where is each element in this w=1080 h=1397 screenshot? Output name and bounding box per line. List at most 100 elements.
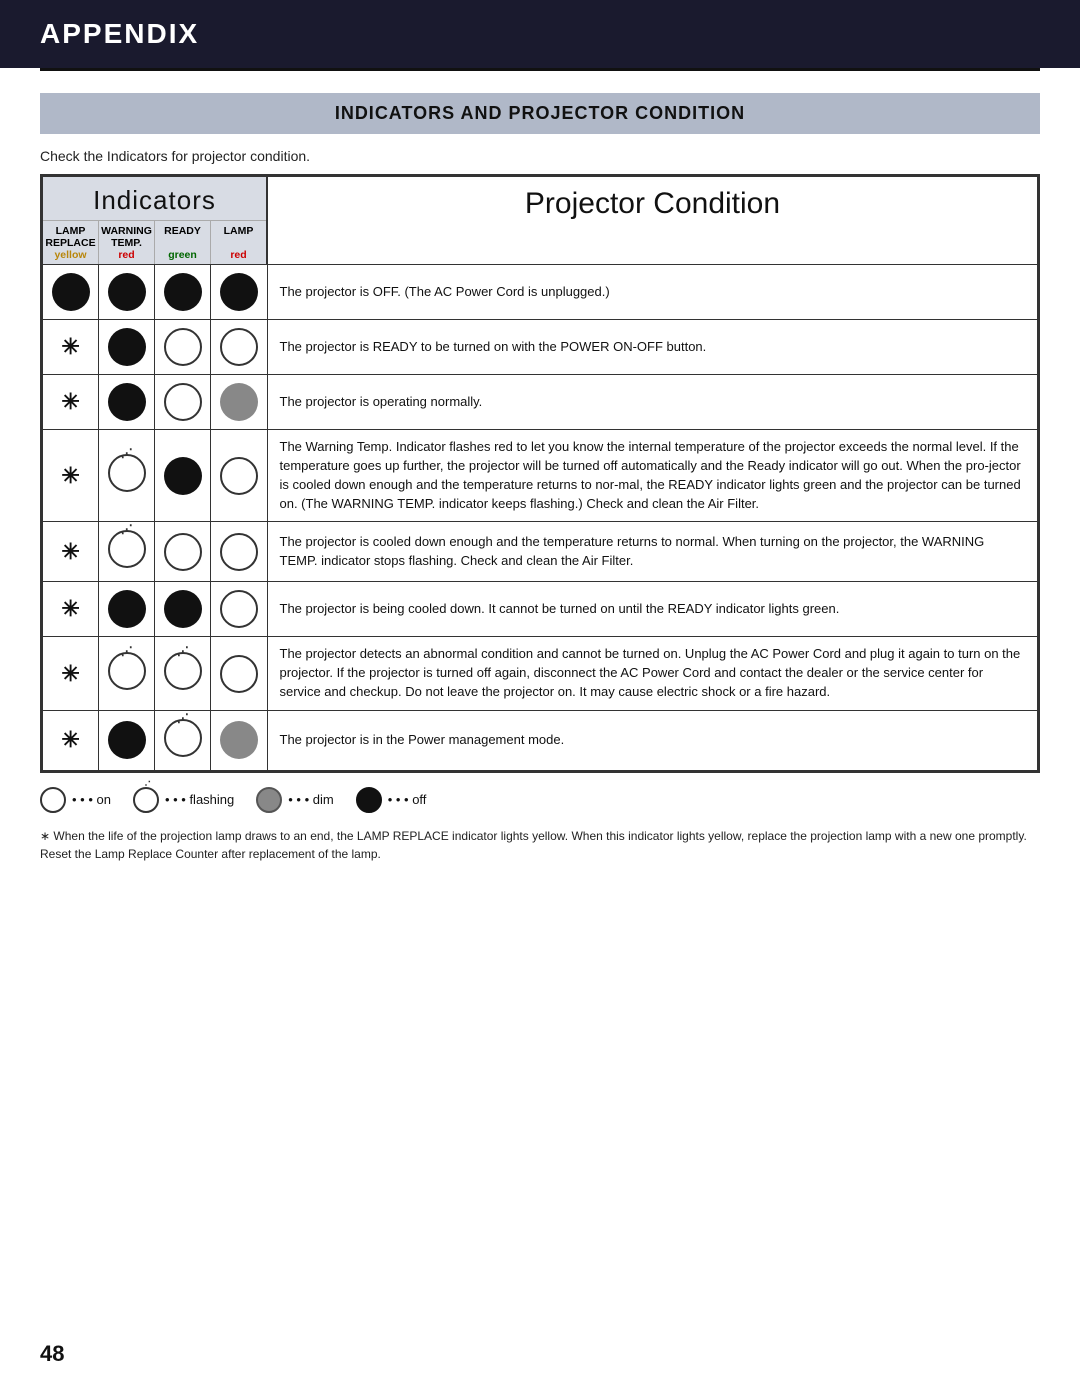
cell-lamp-replace-asterisk: ✳ (43, 582, 99, 637)
icon-off (164, 590, 202, 628)
icon-on (220, 590, 258, 628)
page-number: 48 (40, 1341, 64, 1367)
indicators-label: Indicators (43, 185, 266, 220)
icon-dim (220, 383, 258, 421)
cell-warning-temp: ⋰ (99, 430, 155, 522)
icon-off (164, 273, 202, 311)
legend-on-icon (40, 787, 66, 813)
col-ready: READY green (155, 221, 211, 264)
cell-ready: ⋰ (155, 637, 211, 711)
cell-lamp-replace-asterisk: ✳ (43, 522, 99, 582)
main-table-wrap: Indicators LAMPREPLACEyellow WARNINGTEMP… (40, 174, 1040, 773)
cell-warning-temp (99, 375, 155, 430)
section-title-bar: INDICATORS AND PROJECTOR CONDITION (40, 93, 1040, 134)
indicators-subcols: LAMPREPLACEyellow WARNINGTEMP.red READY … (43, 220, 266, 264)
cell-lamp (211, 710, 267, 770)
col-warning-temp: WARNINGTEMP.red (99, 221, 155, 264)
legend-flashing-icon: ⋰ (133, 787, 159, 813)
projector-condition-cell: Projector Condition (267, 177, 1038, 265)
cell-ready (155, 320, 211, 375)
icon-on (220, 533, 258, 571)
cell-lamp-replace (43, 265, 99, 320)
cell-lamp (211, 522, 267, 582)
table-row: ✳ ⋰ The projector is cooled down enough … (43, 522, 1038, 582)
cell-warning-temp (99, 582, 155, 637)
cell-lamp (211, 637, 267, 711)
projector-condition-title: Projector Condition (525, 187, 780, 220)
section-title: INDICATORS AND PROJECTOR CONDITION (335, 103, 745, 123)
cell-lamp (211, 375, 267, 430)
col-lamp: LAMP red (211, 221, 266, 264)
condition-text: The projector is in the Power management… (267, 710, 1038, 770)
legend-on-label: • • • on (72, 792, 111, 807)
icon-on (164, 383, 202, 421)
icon-flashing: ⋰ (164, 652, 202, 690)
cell-warning-temp: ⋰ (99, 637, 155, 711)
header-row: Indicators LAMPREPLACEyellow WARNINGTEMP… (43, 177, 1038, 265)
condition-text: The projector detects an abnormal condit… (267, 637, 1038, 711)
cell-lamp (211, 430, 267, 522)
cell-lamp-replace-asterisk: ✳ (43, 430, 99, 522)
col-lamp-replace: LAMPREPLACEyellow (43, 221, 99, 264)
cell-lamp (211, 265, 267, 320)
cell-ready: ⋰ (155, 710, 211, 770)
condition-text: The projector is OFF. (The AC Power Cord… (267, 265, 1038, 320)
cell-lamp-replace-asterisk: ✳ (43, 710, 99, 770)
cell-lamp-replace-asterisk: ✳ (43, 375, 99, 430)
legend-flashing: ⋰ • • • flashing (133, 787, 234, 813)
table-row: ✳ The projector is READY to be turned on… (43, 320, 1038, 375)
cell-ready (155, 522, 211, 582)
cell-lamp-replace-asterisk: ✳ (43, 637, 99, 711)
icon-on (220, 655, 258, 693)
icon-off (108, 383, 146, 421)
cell-ready (155, 375, 211, 430)
icon-off (52, 273, 90, 311)
icon-on (164, 533, 202, 571)
footnote: ∗ When the life of the projection lamp d… (40, 827, 1040, 863)
legend-on: • • • on (40, 787, 111, 813)
legend-dim-icon (256, 787, 282, 813)
icon-flashing: ⋰ (108, 454, 146, 492)
cell-warning-temp: ⋰ (99, 522, 155, 582)
condition-text: The projector is READY to be turned on w… (267, 320, 1038, 375)
icon-flashing: ⋰ (164, 719, 202, 757)
icon-flashing: ⋰ (108, 652, 146, 690)
indicators-title-cell: Indicators LAMPREPLACEyellow WARNINGTEMP… (43, 177, 268, 265)
cell-lamp-replace-asterisk: ✳ (43, 320, 99, 375)
page-header: APPENDIX (0, 0, 1080, 68)
icon-on (220, 328, 258, 366)
cell-warning-temp (99, 265, 155, 320)
cell-lamp (211, 582, 267, 637)
icon-off (108, 590, 146, 628)
page-title: APPENDIX (40, 18, 199, 50)
icon-flashing: ⋰ (108, 530, 146, 568)
legend-off: • • • off (356, 787, 427, 813)
cell-ready (155, 430, 211, 522)
condition-text: The Warning Temp. Indicator flashes red … (267, 430, 1038, 522)
legend-flashing-label: • • • flashing (165, 792, 234, 807)
legend-dim: • • • dim (256, 787, 333, 813)
icon-off (108, 328, 146, 366)
icon-on (164, 328, 202, 366)
icon-dim (220, 721, 258, 759)
legend-off-label: • • • off (388, 792, 427, 807)
cell-warning-temp (99, 320, 155, 375)
header-underline (40, 68, 1040, 71)
legend-off-icon (356, 787, 382, 813)
icon-off (108, 273, 146, 311)
cell-warning-temp (99, 710, 155, 770)
legend: • • • on ⋰ • • • flashing • • • dim • • … (40, 787, 1040, 813)
condition-text: The projector is cooled down enough and … (267, 522, 1038, 582)
intro-text: Check the Indicators for projector condi… (40, 148, 1040, 164)
cell-ready (155, 265, 211, 320)
table-row: ✳ ⋰ ⋰ The projector detects an abnormal … (43, 637, 1038, 711)
table-row: ✳ The projector is operating normally. (43, 375, 1038, 430)
condition-text: The projector is being cooled down. It c… (267, 582, 1038, 637)
icon-off (108, 721, 146, 759)
cell-lamp (211, 320, 267, 375)
table-row: ✳ ⋰ The projector is in the Power manage… (43, 710, 1038, 770)
indicators-table: Indicators LAMPREPLACEyellow WARNINGTEMP… (42, 176, 1038, 771)
cell-ready (155, 582, 211, 637)
icon-off (164, 457, 202, 495)
icon-on (220, 457, 258, 495)
